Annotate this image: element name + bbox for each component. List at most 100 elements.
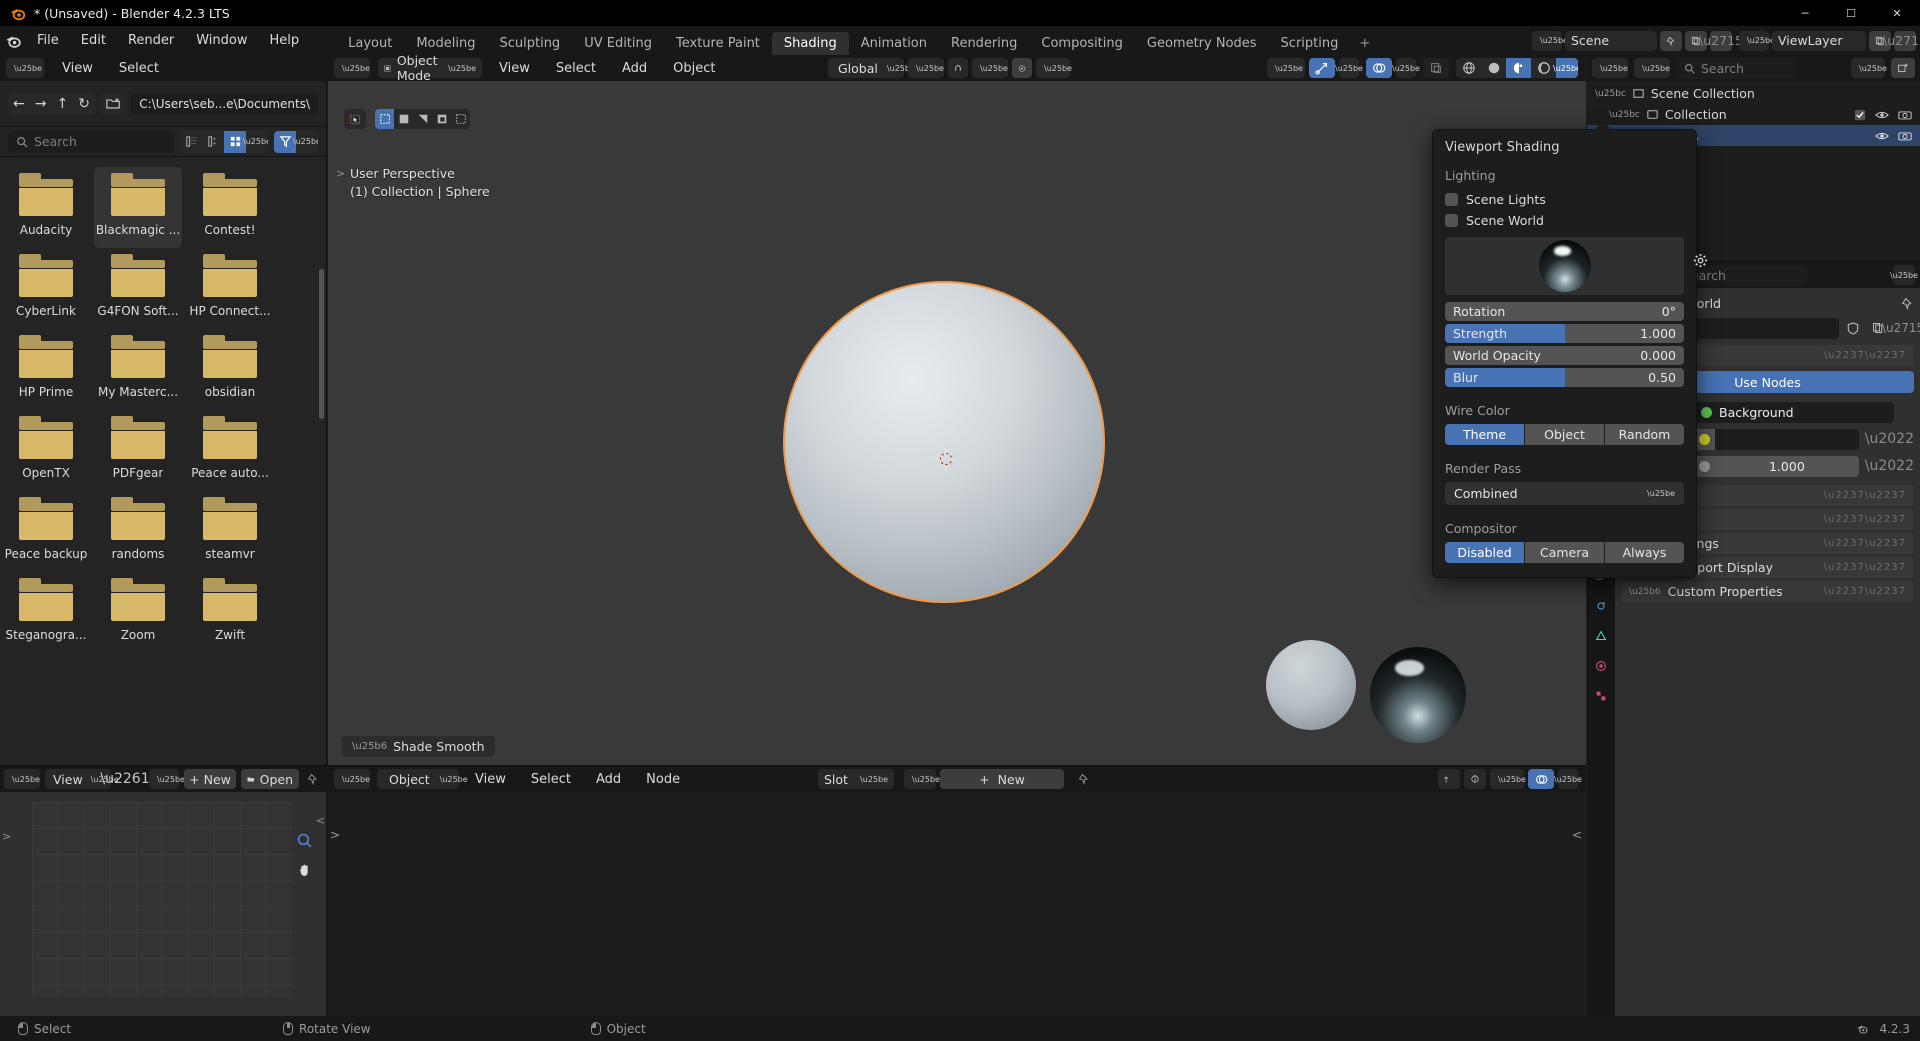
- viewport-menu-select[interactable]: Select: [547, 55, 605, 81]
- file-item[interactable]: OpenTX: [2, 410, 90, 491]
- workspace-tab-geometry-nodes[interactable]: Geometry Nodes: [1135, 32, 1269, 55]
- eye-icon[interactable]: [1875, 130, 1889, 142]
- file-item[interactable]: Audacity: [2, 167, 90, 248]
- viewport-menu-view[interactable]: View: [490, 55, 539, 81]
- image-editor-menu-icon[interactable]: \u2261: [116, 771, 134, 787]
- checkbox-icon[interactable]: [1854, 109, 1866, 121]
- pin-material-icon[interactable]: [1074, 773, 1094, 785]
- select-extend-icon[interactable]: [394, 109, 413, 129]
- image-sidebar-toggle-right[interactable]: <: [316, 814, 325, 827]
- file-item[interactable]: HP Connect...: [186, 248, 274, 329]
- scene-lights-checkbox[interactable]: Scene Lights: [1445, 189, 1684, 210]
- world-opacity-slider[interactable]: World Opacity 0.000: [1445, 346, 1684, 365]
- menu-edit[interactable]: Edit: [70, 26, 117, 55]
- file-item[interactable]: obsidian: [186, 329, 274, 410]
- filter-options-dropdown[interactable]: \u25be: [296, 131, 318, 153]
- surface-shader-selector[interactable]: Background: [1693, 402, 1894, 423]
- blender-menu-icon[interactable]: [0, 32, 26, 49]
- nav-up-button[interactable]: ↑: [51, 93, 73, 115]
- shader-menu-select[interactable]: Select: [522, 766, 580, 792]
- file-search-input[interactable]: Search: [8, 131, 174, 153]
- file-item[interactable]: steamvr: [186, 491, 274, 572]
- tab-constraints[interactable]: [1591, 596, 1611, 616]
- shader-menu-add[interactable]: Add: [587, 766, 630, 792]
- rotation-slider[interactable]: Rotation 0°: [1445, 302, 1684, 321]
- shader-type-selector[interactable]: Object\u25be: [377, 769, 459, 789]
- shader-menu-node[interactable]: Node: [637, 766, 689, 792]
- file-item[interactable]: Zwift: [186, 572, 274, 653]
- tab-material[interactable]: [1591, 656, 1611, 676]
- workspace-tab-compositing[interactable]: Compositing: [1029, 32, 1135, 55]
- workspace-tab-sculpting[interactable]: Sculpting: [487, 32, 572, 55]
- viewport-sidebar-toggle-left[interactable]: >: [336, 167, 345, 180]
- delete-viewlayer-icon[interactable]: \u2715: [1894, 31, 1916, 51]
- image-editor-canvas[interactable]: > <: [0, 792, 326, 1016]
- outliner-filter-icon[interactable]: \u25be: [1851, 58, 1885, 78]
- new-folder-button[interactable]: [101, 93, 125, 115]
- scene-name-field[interactable]: Scene: [1565, 31, 1657, 51]
- viewlayer-browse-icon[interactable]: \u25be: [1739, 31, 1769, 51]
- snap-magnet-icon[interactable]: [948, 58, 968, 78]
- file-item[interactable]: CyberLink: [2, 248, 90, 329]
- node-options-icon[interactable]: [1464, 769, 1486, 789]
- workspace-tab-layout[interactable]: Layout: [336, 32, 404, 55]
- workspace-tab-scripting[interactable]: Scripting: [1269, 32, 1351, 55]
- outliner-row-scene-collection[interactable]: \u25bc Scene Collection: [1587, 83, 1920, 104]
- shader-sidebar-toggle-right[interactable]: <: [1572, 828, 1582, 842]
- image-browse-icon[interactable]: \u25be: [149, 769, 179, 789]
- camera-icon[interactable]: [1898, 109, 1912, 121]
- animate-property-dot-icon[interactable]: \u2022: [1865, 431, 1914, 447]
- overlays-toggle-icon[interactable]: [1366, 58, 1392, 78]
- close-button[interactable]: ✕: [1874, 0, 1920, 26]
- display-size-dropdown[interactable]: \u25be: [246, 131, 268, 153]
- outliner-display-mode-selector[interactable]: \u25be: [1634, 58, 1670, 78]
- eye-icon[interactable]: [1875, 109, 1889, 121]
- nav-refresh-button[interactable]: ↻: [73, 93, 95, 115]
- workspace-tab-animation[interactable]: Animation: [849, 32, 939, 55]
- file-item[interactable]: Steganogra...: [2, 572, 90, 653]
- shader-node-canvas[interactable]: > <: [328, 792, 1586, 1016]
- custom-properties-panel-header[interactable]: \u25b6 Custom Properties \u2237\u2237: [1621, 581, 1914, 602]
- compositor-always-button[interactable]: Always: [1605, 542, 1684, 563]
- editor-type-selector[interactable]: \u25be: [6, 58, 44, 78]
- nav-forward-button[interactable]: →: [30, 93, 52, 115]
- scene-browse-icon[interactable]: \u25be: [1532, 31, 1562, 51]
- file-item[interactable]: Peace auto...: [186, 410, 274, 491]
- file-item[interactable]: Zoom: [94, 572, 182, 653]
- menu-window[interactable]: Window: [185, 26, 258, 55]
- material-slot-selector[interactable]: Slot\u25be: [818, 769, 894, 789]
- proportional-editing-icon[interactable]: [1012, 58, 1032, 78]
- shading-material-preview-icon[interactable]: [1506, 58, 1531, 78]
- color-input-group[interactable]: [1693, 429, 1859, 450]
- strength-value-field[interactable]: 1.000: [1715, 456, 1859, 477]
- add-workspace-button[interactable]: +: [1350, 32, 1379, 55]
- viewport-editor-type-selector[interactable]: \u25be: [334, 58, 370, 78]
- pin-icon[interactable]: [1901, 297, 1914, 310]
- file-item[interactable]: Blackmagic ...: [94, 167, 182, 248]
- xray-toggle-icon[interactable]: [1423, 58, 1449, 78]
- color-swatch[interactable]: [1715, 429, 1859, 450]
- display-mode-vertical-list-icon[interactable]: [180, 131, 202, 153]
- shading-solid-icon[interactable]: [1481, 58, 1506, 78]
- file-menu-view[interactable]: View: [54, 55, 101, 81]
- workspace-tab-modeling[interactable]: Modeling: [404, 32, 487, 55]
- snap-node-icon[interactable]: [1438, 769, 1460, 789]
- gear-icon[interactable]: [1693, 253, 1708, 268]
- open-image-button[interactable]: Open: [241, 769, 299, 789]
- render-pass-dropdown[interactable]: Combined \u25be: [1445, 482, 1684, 505]
- minimize-button[interactable]: ─: [1782, 0, 1828, 26]
- node-overlays-dropdown[interactable]: \u25be: [1558, 769, 1578, 789]
- material-browse-icon[interactable]: \u25be: [904, 769, 936, 789]
- falloff-curve-icon[interactable]: \u25be: [1036, 58, 1070, 78]
- hdri-preview[interactable]: [1445, 237, 1684, 295]
- pin-scene-icon[interactable]: [1660, 31, 1682, 51]
- outliner-search-input[interactable]: Search: [1676, 58, 1796, 79]
- shading-wireframe-icon[interactable]: [1456, 58, 1481, 78]
- wire-color-random-button[interactable]: Random: [1605, 424, 1684, 445]
- viewport-canvas[interactable]: User Perspective (1) Collection | Sphere…: [328, 81, 1586, 765]
- blur-slider[interactable]: Blur 0.50: [1445, 368, 1684, 387]
- shader-menu-view[interactable]: View: [466, 766, 515, 792]
- image-editor-type-selector[interactable]: T\u25be: [4, 769, 40, 789]
- viewlayer-name-field[interactable]: ViewLayer: [1772, 31, 1866, 51]
- viewport-menu-object[interactable]: Object: [664, 55, 724, 81]
